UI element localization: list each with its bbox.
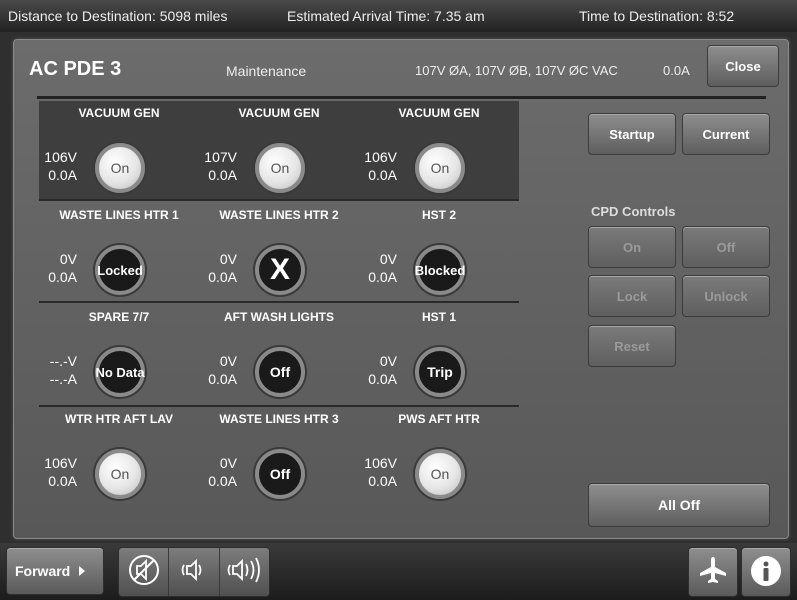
flight-mode-button[interactable]: [688, 547, 738, 597]
circuit-hst-2: HST 2 0V 0.0A Blocked: [359, 203, 519, 303]
circuit-vacuum-gen: VACUUM GEN 106V 0.0A On: [359, 101, 519, 201]
forward-label: Forward: [15, 563, 71, 579]
circuit-voltage: 0V: [59, 251, 77, 267]
circuit-toggle-on[interactable]: On: [95, 143, 145, 193]
circuit-toggle-off[interactable]: Off: [255, 449, 305, 499]
circuit-current: 0.0A: [368, 269, 397, 285]
circuit-current: 0.0A: [208, 167, 237, 183]
circuit-name: WASTE LINES HTR 2: [219, 208, 339, 222]
circuit-toggle-no-data[interactable]: No Data: [95, 347, 145, 397]
circuit-toggle-on[interactable]: On: [415, 143, 465, 193]
circuit-current: 0.0A: [368, 371, 397, 387]
estimated-arrival-time: Estimated Arrival Time: 7.35 am: [287, 8, 485, 24]
circuit-toggle-on[interactable]: On: [255, 143, 305, 193]
chevron-right-icon: [78, 563, 86, 579]
circuit-toggle-on[interactable]: On: [95, 449, 145, 499]
info-button[interactable]: [741, 547, 791, 597]
panel-title: AC PDE 3: [29, 58, 122, 80]
cpd-lock-button[interactable]: Lock: [588, 275, 676, 317]
circuit-name: HST 1: [421, 310, 456, 324]
circuit-voltage: 106V: [44, 149, 77, 165]
current-button[interactable]: Current: [682, 113, 770, 155]
circuit-voltage: 0V: [379, 251, 397, 267]
circuit-voltage: 106V: [44, 455, 77, 471]
circuit-waste-lines-htr-1: WASTE LINES HTR 1 0V 0.0A Locked: [39, 203, 199, 303]
circuit-voltage: 0V: [219, 455, 237, 471]
circuit-current: --.-A: [49, 371, 77, 387]
circuit-name: VACUUM GEN: [398, 106, 480, 120]
circuit-waste-lines-htr-2: WASTE LINES HTR 2 0V 0.0A X: [199, 203, 359, 303]
circuit-toggle-on[interactable]: On: [415, 449, 465, 499]
mode-label: Maintenance: [226, 63, 307, 79]
circuit-toggle-blocked[interactable]: Blocked: [415, 245, 465, 295]
circuit-voltage: 106V: [364, 149, 397, 165]
volume-controls: [118, 547, 270, 597]
circuit-name: HST 2: [421, 208, 456, 222]
circuit-toggle-x[interactable]: X: [255, 245, 305, 295]
circuit-toggle-locked[interactable]: Locked: [95, 245, 145, 295]
volume-high-icon: [225, 555, 263, 590]
circuit-name: WTR HTR AFT LAV: [65, 412, 173, 426]
circuit-name: WASTE LINES HTR 3: [219, 412, 339, 426]
circuit-voltage: 0V: [379, 353, 397, 369]
total-current: 0.0A: [663, 63, 690, 78]
cpd-off-button[interactable]: Off: [682, 226, 770, 268]
phase-voltages: 107V ØA, 107V ØB, 107V ØC VAC: [415, 63, 618, 78]
circuit-waste-lines-htr-3: WASTE LINES HTR 3 0V 0.0A Off: [199, 407, 359, 507]
circuit-wtr-htr-aft-lav: WTR HTR AFT LAV 106V 0.0A On: [39, 407, 199, 507]
circuit-voltage: 107V: [204, 149, 237, 165]
circuit-current: 0.0A: [208, 473, 237, 489]
close-button[interactable]: Close: [707, 45, 779, 87]
circuit-aft-wash-lights: AFT WASH LIGHTS 0V 0.0A Off: [199, 305, 359, 405]
mute-icon: [127, 553, 161, 592]
cpd-on-button[interactable]: On: [588, 226, 676, 268]
forward-button[interactable]: Forward: [6, 547, 104, 595]
circuit-voltage: 106V: [364, 455, 397, 471]
circuit-name: AFT WASH LIGHTS: [224, 310, 334, 324]
circuit-name: SPARE 7/7: [88, 310, 150, 324]
header-divider: [37, 96, 766, 99]
circuit-hst-1: HST 1 0V 0.0A Trip: [359, 305, 519, 405]
circuit-toggle-off[interactable]: Off: [255, 347, 305, 397]
volume-low-icon: [177, 555, 211, 590]
circuit-pws-aft-htr: PWS AFT HTR 106V 0.0A On: [359, 407, 519, 507]
circuit-voltage: --.-V: [49, 353, 77, 369]
cpd-controls-label: CPD Controls: [591, 204, 676, 219]
info-icon: [749, 554, 783, 591]
volume-down-button[interactable]: [169, 548, 220, 596]
circuit-current: 0.0A: [48, 167, 77, 183]
bottom-bar: Forward: [0, 543, 797, 600]
panel-header: AC PDE 3 Maintenance 107V ØA, 107V ØB, 1…: [13, 39, 789, 99]
circuit-voltage: 0V: [219, 353, 237, 369]
circuit-current: 0.0A: [48, 473, 77, 489]
circuit-current: 0.0A: [208, 269, 237, 285]
volume-up-button[interactable]: [220, 548, 269, 596]
circuit-current: 0.0A: [208, 371, 237, 387]
all-off-button[interactable]: All Off: [588, 483, 770, 527]
airplane-icon: [696, 554, 730, 591]
circuit-vacuum-gen: VACUUM GEN 106V 0.0A On: [39, 101, 199, 201]
time-to-destination: Time to Destination: 8:52: [579, 8, 735, 24]
circuit-current: 0.0A: [368, 167, 397, 183]
circuit-vacuum-gen: VACUUM GEN 107V 0.0A On: [199, 101, 359, 201]
circuit-spare-7-7: SPARE 7/7 --.-V --.-A No Data: [39, 305, 199, 405]
circuit-current: 0.0A: [48, 269, 77, 285]
circuit-toggle-trip[interactable]: Trip: [415, 347, 465, 397]
startup-button[interactable]: Startup: [588, 113, 676, 155]
circuit-name: PWS AFT HTR: [398, 412, 480, 426]
distance-to-destination: Distance to Destination: 5098 miles: [8, 8, 228, 24]
circuit-current: 0.0A: [368, 473, 397, 489]
pde-panel: AC PDE 3 Maintenance 107V ØA, 107V ØB, 1…: [11, 37, 791, 541]
circuit-name: WASTE LINES HTR 1: [59, 208, 179, 222]
circuit-name: VACUUM GEN: [78, 106, 160, 120]
status-bar: Distance to Destination: 5098 miles Esti…: [0, 0, 797, 32]
cpd-unlock-button[interactable]: Unlock: [682, 275, 770, 317]
circuit-name: VACUUM GEN: [238, 106, 320, 120]
cpd-reset-button[interactable]: Reset: [588, 325, 676, 367]
circuit-voltage: 0V: [219, 251, 237, 267]
mute-button[interactable]: [119, 548, 170, 596]
